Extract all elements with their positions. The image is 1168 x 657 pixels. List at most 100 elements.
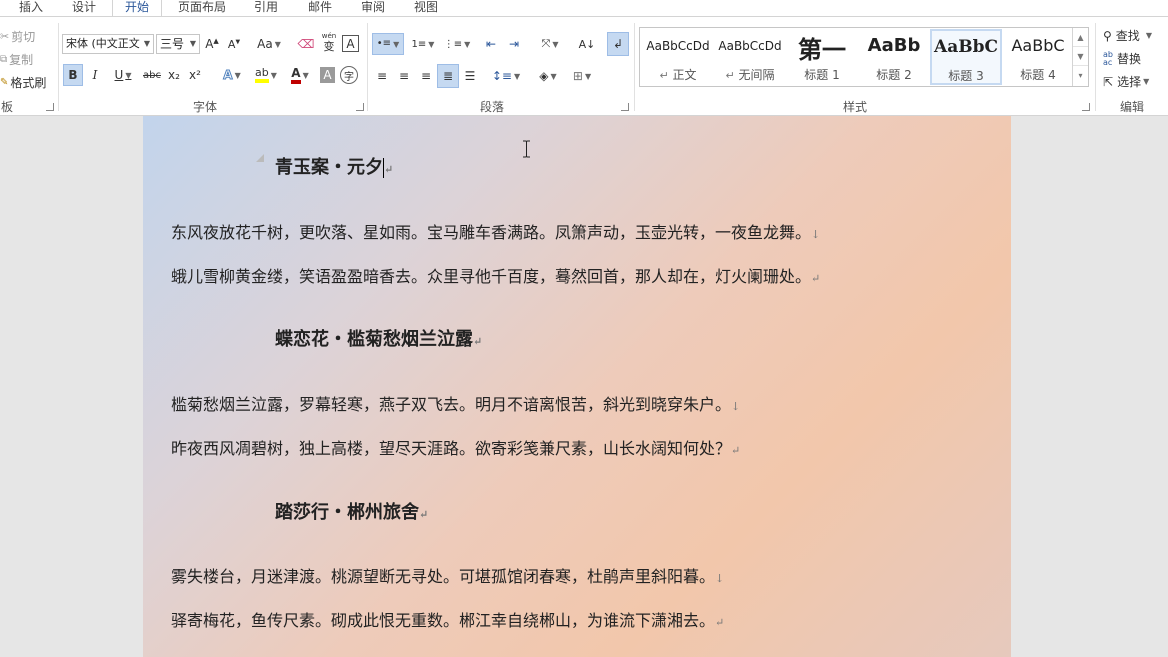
format-painter-button[interactable]: ✎ 格式刷 [0, 74, 46, 91]
increase-indent-icon: ⇥ [508, 37, 520, 51]
distributed-button[interactable]: ☰ [460, 65, 480, 87]
gallery-more-icon[interactable]: ▾ [1073, 66, 1088, 85]
chevron-down-icon: ▼ [274, 39, 281, 49]
change-case-label: Aa [257, 37, 273, 51]
decrease-indent-button[interactable]: ⇤ [481, 33, 501, 55]
style-heading-1[interactable]: 第一 标题 1 [786, 29, 858, 85]
font-size-select[interactable]: 三号 ▼ [156, 34, 200, 54]
paragraph-dialog-launcher-icon[interactable] [621, 103, 629, 111]
sort-button[interactable]: A↓ [576, 33, 598, 55]
text-effects-button[interactable]: A ▼ [218, 64, 246, 86]
align-center-button[interactable]: ≡ [394, 65, 414, 87]
style-heading-2[interactable]: AaBb 标题 2 [858, 29, 930, 85]
poem-title-text: 蝶恋花・槛菊愁烟兰泣露 [275, 329, 473, 350]
gallery-scroll-down-icon[interactable]: ▼ [1073, 47, 1088, 66]
highlight-color-button[interactable]: ab ▼ [250, 64, 282, 86]
poem-title: 踏莎行・郴州旅舍↵ [275, 498, 428, 524]
tab-page-layout[interactable]: 页面布局 [170, 0, 234, 16]
bold-label: B [68, 68, 78, 82]
strikethrough-button[interactable]: abc [141, 64, 163, 86]
grow-font-button[interactable]: A▲ [204, 34, 220, 54]
line-break-mark-icon: ↓ [731, 400, 741, 413]
enclose-characters-button[interactable]: 字 [340, 66, 358, 84]
ibeam-cursor-icon [523, 140, 530, 158]
eraser-icon: ⌫ [297, 37, 315, 51]
find-button[interactable]: ⚲ 查找 ▼ [1103, 27, 1152, 44]
bullets-button[interactable]: •≡ ▼ [372, 33, 404, 55]
font-name-select[interactable]: 宋体 (中文正文 ▼ [62, 34, 154, 54]
group-divider [1095, 23, 1096, 111]
styles-group-label: 样式 [842, 100, 867, 114]
clear-formatting-button[interactable]: ⌫ [296, 34, 316, 54]
font-dialog-launcher-icon[interactable] [356, 103, 364, 111]
paragraph-mark-icon: ↵ [419, 508, 429, 521]
style-heading-3[interactable]: AaBbC 标题 3 [930, 29, 1002, 85]
increase-indent-button[interactable]: ⇥ [504, 33, 524, 55]
style-heading-4[interactable]: AaBbC 标题 4 [1002, 29, 1074, 85]
justify-button[interactable]: ≣ [437, 64, 459, 88]
strikethrough-label: abc [143, 69, 161, 81]
numbering-button[interactable]: 1≡ ▼ [408, 33, 438, 55]
multilevel-list-button[interactable]: ⋮≡ ▼ [442, 33, 472, 55]
change-case-button[interactable]: Aa ▼ [254, 34, 284, 54]
styles-gallery: AaBbCcDd ↵ 正文 AaBbCcDd ↵ 无间隔 第一 标题 1 AaB… [639, 27, 1089, 87]
tab-references[interactable]: 引用 [246, 0, 286, 16]
subscript-label: x₂ [168, 68, 180, 82]
styles-dialog-launcher-icon[interactable] [1082, 103, 1090, 111]
grow-font-icon: A▲ [205, 37, 219, 51]
shading-button[interactable]: ◈ ▼ [532, 65, 564, 87]
document-page[interactable]: 青玉案・元夕↵ 东风夜放花千树，更吹落、星如雨。宝马雕车香满路。凤箫声动，玉壶光… [143, 116, 1011, 657]
tab-home[interactable]: 开始 [112, 0, 162, 16]
ribbon-tab-bar: 插入 设计 开始 页面布局 引用 邮件 审阅 视图 [0, 0, 1168, 16]
font-size-value: 三号 [160, 37, 185, 51]
font-group-label: 字体 [192, 100, 217, 114]
character-border-button[interactable]: A [342, 35, 359, 52]
tab-insert[interactable]: 插入 [12, 0, 50, 16]
tab-design[interactable]: 设计 [64, 0, 104, 16]
underline-button[interactable]: U ▼ [108, 64, 138, 86]
poem-line-text: 昨夜西风凋碧树，独上高楼，望尽天涯路。欲寄彩笺兼尺素，山长水阔知何处？ [171, 439, 732, 458]
line-spacing-button[interactable]: ↕≡ ▼ [490, 65, 522, 87]
style-normal[interactable]: AaBbCcDd ↵ 正文 [642, 29, 714, 85]
binoculars-icon: ⚲ [1103, 28, 1112, 43]
gallery-scroll-up-icon[interactable]: ▲ [1073, 28, 1088, 47]
tab-view[interactable]: 视图 [406, 0, 446, 16]
superscript-label: x² [189, 68, 201, 82]
align-left-button[interactable]: ≡ [372, 65, 392, 87]
select-button[interactable]: ⇱ 选择 ▼ [1103, 73, 1149, 90]
tab-mailings[interactable]: 邮件 [300, 0, 340, 16]
poem-line: 东风夜放花千树，更吹落、星如雨。宝马雕车香满路。凤箫声动，玉壶光转，一夜鱼龙舞。… [171, 219, 820, 243]
subscript-button[interactable]: x₂ [165, 64, 183, 86]
scissors-icon: ✂ [0, 30, 10, 43]
chevron-down-icon: ▼ [550, 71, 557, 81]
shrink-font-icon: A▼ [227, 37, 241, 51]
bold-button[interactable]: B [63, 64, 83, 86]
underline-label: U [114, 68, 124, 82]
superscript-button[interactable]: x² [186, 64, 204, 86]
font-color-button[interactable]: A ▼ [284, 64, 316, 86]
collapse-heading-icon[interactable] [256, 154, 264, 162]
chevron-down-icon: ▼ [428, 39, 435, 49]
editing-group-label: 编辑 [1119, 100, 1144, 114]
style-sample: AaBbC [934, 37, 998, 57]
borders-button[interactable]: ⊞ ▼ [566, 65, 598, 87]
copy-button[interactable]: ⧉ 复制 [0, 51, 33, 68]
cursor-arrow-icon: ⇱ [1103, 74, 1114, 89]
italic-button[interactable]: I [86, 64, 104, 86]
show-hide-marks-button[interactable]: ↲ [607, 32, 629, 56]
chinese-layout-button[interactable]: ⤧ ▼ [534, 33, 566, 55]
align-right-button[interactable]: ≡ [416, 65, 436, 87]
style-no-spacing[interactable]: AaBbCcDd ↵ 无间隔 [714, 29, 786, 85]
phonetic-guide-button[interactable]: wén 变 [320, 32, 338, 54]
clipboard-dialog-launcher-icon[interactable] [46, 103, 54, 111]
tab-review[interactable]: 审阅 [353, 0, 393, 16]
character-shading-button[interactable]: A [320, 67, 335, 83]
poem-line-text: 驿寄梅花，鱼传尺素。砌成此恨无重数。郴江幸自绕郴山，为谁流下潇湘去。 [171, 611, 716, 630]
numbering-icon: 1≡ [411, 38, 427, 50]
copy-label: 复制 [9, 53, 34, 67]
clipboard-group-label: 板 [0, 100, 13, 114]
highlighter-icon: ab [255, 67, 269, 83]
replace-button[interactable]: ab ac 替换 [1103, 50, 1141, 67]
cut-button[interactable]: ✂ 剪切 [0, 28, 35, 45]
shrink-font-button[interactable]: A▼ [226, 34, 242, 54]
